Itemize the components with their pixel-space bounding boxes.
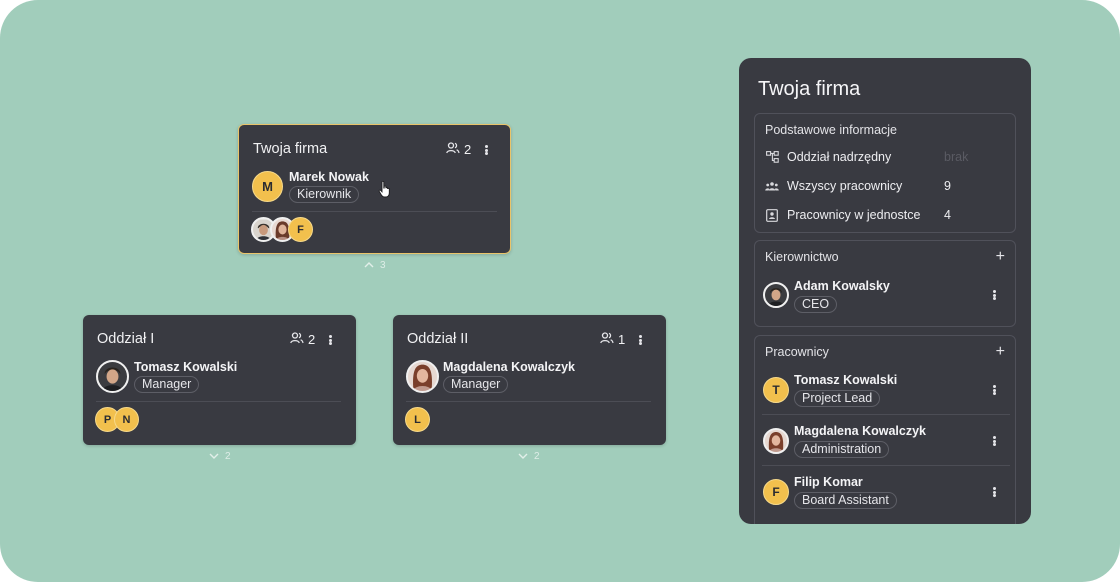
- section-title: Pracownicy: [765, 345, 829, 359]
- management-section: Kierownictwo + Adam Kowalsky CEO: [754, 240, 1016, 327]
- manager-avatar: [96, 360, 129, 393]
- members-count: 2: [290, 332, 315, 347]
- person-avatar: F: [763, 479, 789, 505]
- hierarchy-icon: [765, 150, 779, 164]
- add-manager-button[interactable]: +: [996, 249, 1005, 265]
- people-icon: [446, 142, 460, 157]
- members-count: 2: [446, 142, 471, 157]
- group-icon: [765, 179, 779, 193]
- node-menu-icon[interactable]: [324, 333, 336, 347]
- unit-employees-value: 4: [944, 208, 951, 222]
- person-avatar: T: [763, 377, 789, 403]
- info-row-all-employees: Wszyscy pracownicy: [765, 179, 902, 193]
- manager-avatar: M: [252, 171, 283, 202]
- collapse-children-toggle[interactable]: 3: [364, 260, 386, 271]
- chevron-down-icon: [518, 451, 528, 462]
- manager-role: Manager: [134, 376, 200, 393]
- node-menu-icon[interactable]: [480, 143, 492, 157]
- section-title: Podstawowe informacje: [765, 123, 898, 137]
- details-panel: Twoja firma Podstawowe informacje Oddzia…: [739, 58, 1031, 524]
- person-name[interactable]: Filip Komar: [794, 475, 863, 489]
- person-role: Project Lead: [794, 390, 881, 407]
- person-menu-icon[interactable]: [988, 383, 1000, 397]
- add-employee-button[interactable]: +: [996, 344, 1005, 360]
- all-employees-value: 9: [944, 179, 951, 193]
- person-menu-icon[interactable]: [988, 485, 1000, 499]
- expand-children-toggle[interactable]: 2: [518, 451, 540, 462]
- parent-unit-value: brak: [944, 150, 969, 164]
- manager-name[interactable]: Magdalena Kowalczyk: [443, 360, 575, 374]
- expand-children-toggle[interactable]: 2: [209, 451, 231, 462]
- employees-section: Pracownicy + T Tomasz Kowalski Project L…: [754, 335, 1016, 524]
- person-role: Administration: [794, 441, 890, 458]
- row-divider: [762, 414, 1010, 415]
- chevron-down-icon: [209, 451, 219, 462]
- node-title: Twoja firma: [253, 141, 328, 157]
- row-divider: [762, 465, 1010, 466]
- org-node-unit-2[interactable]: Oddział II 1 Magdalena Kowalczyk Manager…: [393, 315, 666, 445]
- manager-role: Manager: [443, 376, 509, 393]
- people-icon: [600, 332, 614, 347]
- person-menu-icon[interactable]: [988, 434, 1000, 448]
- person-avatar: [763, 428, 789, 454]
- manager-name[interactable]: Marek Nowak: [289, 170, 369, 184]
- member-avatar: L: [405, 407, 430, 432]
- member-avatar: N: [114, 407, 139, 432]
- node-menu-icon[interactable]: [634, 333, 646, 347]
- org-node-root[interactable]: Twoja firma 2 M Marek Nowak Kierownik F: [238, 124, 511, 254]
- person-name[interactable]: Adam Kowalsky: [794, 279, 890, 293]
- org-node-unit-1[interactable]: Oddział I 2 Tomasz Kowalski Manager P N: [83, 315, 356, 445]
- members-count: 1: [600, 332, 625, 347]
- org-chart-canvas: Twoja firma 2 M Marek Nowak Kierownik F …: [0, 0, 1120, 582]
- manager-role: Kierownik: [289, 186, 360, 203]
- node-divider: [252, 211, 497, 212]
- panel-title: Twoja firma: [758, 78, 861, 100]
- node-divider: [406, 401, 651, 402]
- basic-info-section: Podstawowe informacje Oddział nadrzędny …: [754, 113, 1016, 233]
- person-role: Board Assistant: [794, 492, 897, 509]
- info-row-parent-unit: Oddział nadrzędny: [765, 150, 891, 164]
- node-title: Oddział II: [407, 331, 469, 347]
- person-name[interactable]: Tomasz Kowalski: [794, 373, 897, 387]
- person-role: CEO: [794, 296, 838, 313]
- manager-name[interactable]: Tomasz Kowalski: [134, 360, 237, 374]
- manager-avatar: [406, 360, 439, 393]
- section-title: Kierownictwo: [765, 250, 839, 264]
- person-menu-icon[interactable]: [988, 288, 1000, 302]
- cursor-pointer-icon: [378, 180, 392, 203]
- person-avatar: [763, 282, 789, 308]
- chevron-up-icon: [364, 260, 374, 271]
- badge-icon: [765, 208, 779, 222]
- person-name[interactable]: Magdalena Kowalczyk: [794, 424, 926, 438]
- people-icon: [290, 332, 304, 347]
- node-title: Oddział I: [97, 331, 155, 347]
- info-row-unit-employees: Pracownicy w jednostce: [765, 208, 920, 222]
- node-divider: [96, 401, 341, 402]
- member-avatar: F: [288, 217, 313, 242]
